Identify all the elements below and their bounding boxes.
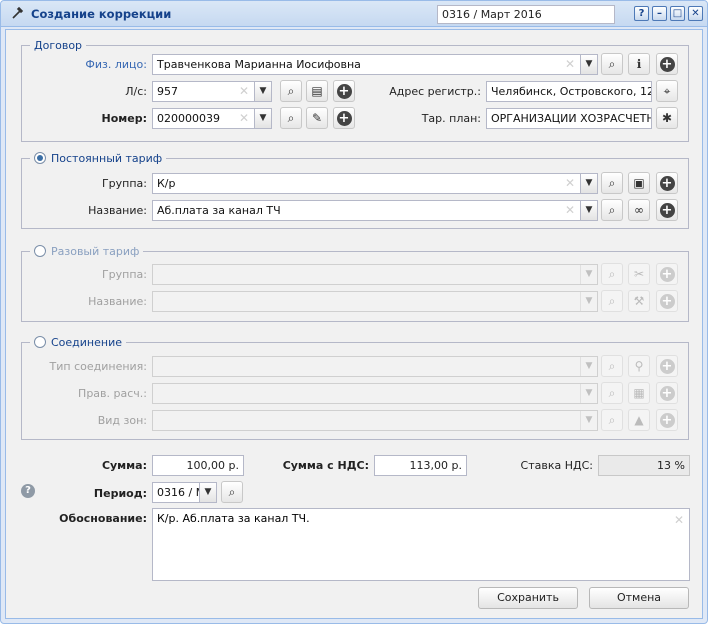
search-icon[interactable]: ⌕ [601, 355, 623, 377]
group-label: Группа: [101, 177, 147, 190]
tariff-plan-label: Тар. план: [421, 112, 481, 125]
search-icon[interactable]: ⌕ [280, 80, 302, 102]
add-onetime-group-button[interactable]: + [656, 263, 678, 285]
triangle-icon[interactable]: ▲ [628, 409, 650, 431]
account-combobox[interactable]: 957 ✕ ▼ [152, 81, 272, 102]
chevron-down-icon[interactable]: ▼ [580, 384, 597, 403]
period-label: Период: [93, 487, 147, 500]
dialog-window: Создание коррекции 0316 / Март 2016 ? – … [0, 0, 708, 624]
title-bar[interactable]: Создание коррекции 0316 / Март 2016 ? – … [1, 1, 707, 27]
permanent-tariff-radio[interactable] [34, 152, 46, 164]
chevron-down-icon[interactable]: ▼ [580, 174, 597, 193]
chevron-down-icon[interactable]: ▼ [580, 292, 597, 311]
window-title: Создание коррекции [31, 7, 172, 21]
wrench-icon[interactable]: ⚒ [628, 290, 650, 312]
chevron-down-icon[interactable]: ▼ [580, 357, 597, 376]
sum-vat-field[interactable]: 113,00 р. [374, 455, 467, 476]
minimize-button[interactable]: – [652, 6, 667, 21]
billing-rule-combobox[interactable]: ▼ [152, 383, 598, 404]
search-icon[interactable]: ⌕ [601, 382, 623, 404]
tools-icon[interactable]: ✂ [628, 263, 650, 285]
group-combobox[interactable]: К/р ✕ ▼ [152, 173, 598, 194]
calculator-icon[interactable]: ▦ [628, 382, 650, 404]
chevron-down-icon[interactable]: ▼ [199, 483, 216, 502]
person-label[interactable]: Физ. лицо: [46, 58, 147, 71]
zone-type-label: Вид зон: [97, 414, 147, 427]
clear-icon[interactable]: ✕ [674, 513, 684, 527]
sum-vat-label: Сумма с НДС: [282, 459, 369, 472]
period-combobox[interactable]: 0316 / М ▼ [152, 482, 217, 503]
search-icon[interactable]: ⌕ [601, 290, 623, 312]
map-pin-icon[interactable]: ⌖ [656, 80, 678, 102]
network-icon[interactable]: ✱ [656, 107, 678, 129]
add-contract-button[interactable]: + [333, 107, 355, 129]
sum-label: Сумма: [101, 459, 147, 472]
add-account-button[interactable]: + [333, 80, 355, 102]
contract-legend: Договор [30, 38, 87, 52]
number-combobox[interactable]: 020000039 ✕ ▼ [152, 108, 272, 129]
onetime-tariff-radio[interactable] [34, 245, 46, 257]
tariff-plan-field[interactable]: ОРГАНИЗАЦИИ ХОЗРАСЧЕТНЫЕ [486, 108, 652, 129]
zone-type-combobox[interactable]: ▼ [152, 410, 598, 431]
name-label: Название: [88, 204, 147, 217]
person-info-icon[interactable]: ℹ [628, 53, 650, 75]
search-icon[interactable]: ⌕ [280, 107, 302, 129]
chevron-down-icon[interactable]: ▼ [580, 265, 597, 284]
vat-rate-field: 13 % [598, 455, 690, 476]
cancel-button[interactable]: Отмена [589, 587, 689, 609]
link-icon[interactable]: ∞ [628, 199, 650, 221]
add-zone-type-button[interactable]: + [656, 409, 678, 431]
address-field[interactable]: Челябинск, Островского, 12 - 1 [486, 81, 652, 102]
address-label: Адрес регистр.: [389, 85, 481, 98]
chevron-down-icon[interactable]: ▼ [254, 109, 271, 128]
period-display: 0316 / Март 2016 [437, 5, 615, 24]
add-group-button[interactable]: + [656, 172, 678, 194]
search-icon[interactable]: ⌕ [601, 53, 623, 75]
vat-rate-label: Ставка НДС: [520, 459, 593, 472]
search-icon[interactable]: ⌕ [601, 409, 623, 431]
search-icon[interactable]: ⌕ [221, 481, 243, 503]
folder-image-icon[interactable]: ▣ [628, 172, 650, 194]
add-name-button[interactable]: + [656, 199, 678, 221]
billing-rule-label: Прав. расч.: [78, 387, 147, 400]
help-icon[interactable]: ? [21, 484, 35, 498]
name-combobox[interactable]: Аб.плата за канал ТЧ ✕ ▼ [152, 200, 598, 221]
sum-field[interactable]: 100,00 р. [152, 455, 244, 476]
reason-textarea[interactable] [152, 508, 690, 581]
edit-document-icon[interactable]: ✎ [306, 107, 328, 129]
add-billing-rule-button[interactable]: + [656, 382, 678, 404]
chevron-down-icon[interactable]: ▼ [580, 55, 597, 74]
search-icon[interactable]: ⌕ [601, 199, 623, 221]
help-window-button[interactable]: ? [634, 6, 649, 21]
number-label: Номер: [101, 112, 148, 125]
wrench-icon [12, 6, 24, 19]
document-icon[interactable]: ▤ [306, 80, 328, 102]
add-connection-type-button[interactable]: + [656, 355, 678, 377]
connection-type-label: Тип соединения: [49, 360, 147, 373]
save-button[interactable]: Сохранить [478, 587, 578, 609]
onetime-name-combobox[interactable]: ▼ [152, 291, 598, 312]
connection-radio[interactable] [34, 336, 46, 348]
chevron-down-icon[interactable]: ▼ [580, 201, 597, 220]
maximize-button[interactable]: □ [670, 6, 685, 21]
reason-label: Обоснование: [59, 512, 147, 525]
close-button[interactable]: ✕ [688, 6, 703, 21]
search-icon[interactable]: ⌕ [601, 172, 623, 194]
chevron-down-icon[interactable]: ▼ [580, 411, 597, 430]
usb-icon[interactable]: ⚲ [628, 355, 650, 377]
onetime-group-label: Группа: [101, 268, 147, 281]
dialog-body: Договор Физ. лицо: Травченкова Марианна … [5, 29, 703, 619]
account-label: Л/с: [125, 85, 147, 98]
search-icon[interactable]: ⌕ [601, 263, 623, 285]
connection-legend[interactable]: Соединение [30, 335, 127, 349]
permanent-tariff-legend[interactable]: Постоянный тариф [30, 151, 167, 165]
onetime-group-combobox[interactable]: ▼ [152, 264, 598, 285]
add-person-button[interactable]: + [656, 53, 678, 75]
connection-type-combobox[interactable]: ▼ [152, 356, 598, 377]
chevron-down-icon[interactable]: ▼ [254, 82, 271, 101]
onetime-name-label: Название: [88, 295, 147, 308]
onetime-tariff-legend[interactable]: Разовый тариф [30, 244, 144, 258]
person-combobox[interactable]: Травченкова Марианна Иосифовна ✕ ▼ [152, 54, 598, 75]
add-onetime-name-button[interactable]: + [656, 290, 678, 312]
